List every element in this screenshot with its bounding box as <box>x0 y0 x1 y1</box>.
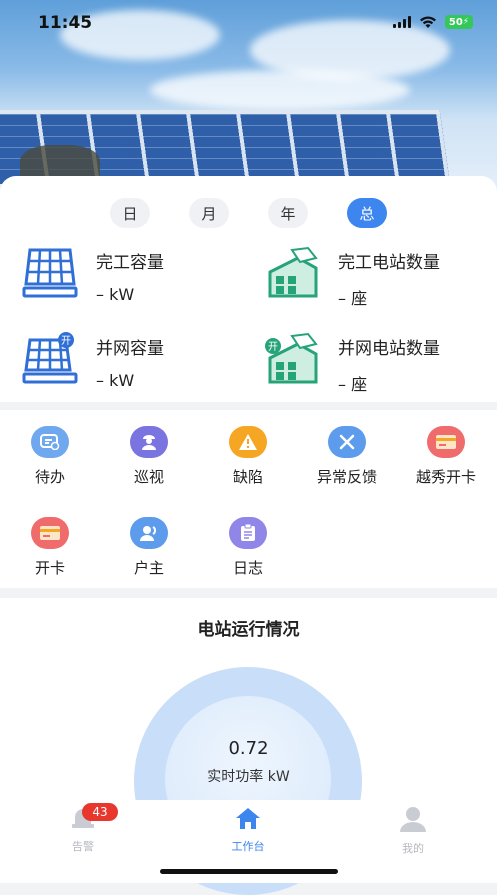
cellular-signal-icon <box>393 16 411 28</box>
function-todo[interactable]: 待办 <box>5 426 95 487</box>
grid-solar-panel-icon: 开 <box>22 332 78 384</box>
stat-label: 并网电站数量 <box>338 339 440 359</box>
function-label: 缺陷 <box>232 468 263 486</box>
stat-value: – 座 <box>338 289 368 308</box>
function-yuexiu-card[interactable]: 越秀开卡 <box>401 426 491 487</box>
status-time: 11:45 <box>38 13 93 33</box>
period-year[interactable]: 年 <box>268 198 308 228</box>
todo-icon <box>31 426 69 458</box>
function-label: 异常反馈 <box>316 468 377 486</box>
function-defect[interactable]: 缺陷 <box>203 426 293 487</box>
function-grid: 待办 巡视 缺陷 异常反馈 越秀开卡 开卡 户主 日志 <box>0 410 497 588</box>
stat-label: 并网容量 <box>96 339 164 359</box>
status-bar: 11:45 50 ⚡ <box>0 0 497 48</box>
wifi-icon <box>420 16 436 28</box>
stat-label: 完工电站数量 <box>338 253 440 273</box>
home-indicator <box>160 869 338 874</box>
tab-workbench[interactable]: 工作台 <box>203 806 293 854</box>
user-icon <box>130 517 168 549</box>
function-open-card[interactable]: 开卡 <box>5 517 95 578</box>
function-label: 越秀开卡 <box>415 468 476 486</box>
svg-text:开: 开 <box>268 342 278 353</box>
battery-icon: 50 ⚡ <box>445 15 473 29</box>
power-label: 实时功率 kW <box>207 769 290 785</box>
function-abnormal-feedback[interactable]: 异常反馈 <box>302 426 392 487</box>
tab-label: 我的 <box>402 842 424 855</box>
tab-label: 告警 <box>72 840 94 853</box>
function-inspect[interactable]: 巡视 <box>104 426 194 487</box>
stat-value: – 座 <box>338 375 368 394</box>
card-icon <box>427 426 465 458</box>
svg-text:开: 开 <box>61 336 71 347</box>
profile-icon <box>400 807 426 832</box>
stat-completed-stations: 完工电站数量 – 座 <box>264 246 440 309</box>
home-icon <box>236 808 260 829</box>
period-day[interactable]: 日 <box>110 198 150 228</box>
function-label: 巡视 <box>133 468 164 486</box>
log-icon <box>229 517 267 549</box>
tools-icon <box>328 426 366 458</box>
grid-station-building-icon: 开 <box>265 332 318 384</box>
stat-grid-stations: 开 并网电站数量 – 座 <box>264 332 440 395</box>
stat-grid-capacity: 开 并网容量 – kW <box>22 332 164 390</box>
summary-card: 日 月 年 总 完工容量 – kW 完工电站数量 – 座 开 并网容量 – kW… <box>0 176 497 402</box>
solar-panel-icon <box>22 248 78 298</box>
stat-value: – kW <box>96 285 135 304</box>
function-label: 户主 <box>133 559 164 577</box>
card-icon <box>31 517 69 549</box>
tab-label: 工作台 <box>231 840 265 853</box>
tab-mine[interactable]: 我的 <box>368 806 458 856</box>
period-month[interactable]: 月 <box>189 198 229 228</box>
section-title: 电站运行情况 <box>197 620 300 640</box>
alarm-count-badge: 43 <box>82 803 118 821</box>
period-total[interactable]: 总 <box>347 198 387 228</box>
function-owner[interactable]: 户主 <box>104 517 194 578</box>
warning-icon <box>229 426 267 458</box>
function-label: 待办 <box>34 468 65 486</box>
stat-label: 完工容量 <box>96 253 164 273</box>
period-tabs: 日 月 年 总 <box>110 198 387 228</box>
function-label: 开卡 <box>34 559 65 577</box>
stat-value: – kW <box>96 371 135 390</box>
stat-completed-capacity: 完工容量 – kW <box>22 246 164 304</box>
station-status-card: 电站运行情况 0.72 实时功率 kW <box>0 598 497 895</box>
station-building-icon <box>268 246 318 298</box>
inspect-icon <box>130 426 168 458</box>
power-value: 0.72 <box>228 738 269 759</box>
function-label: 日志 <box>232 559 263 577</box>
function-log[interactable]: 日志 <box>203 517 293 578</box>
